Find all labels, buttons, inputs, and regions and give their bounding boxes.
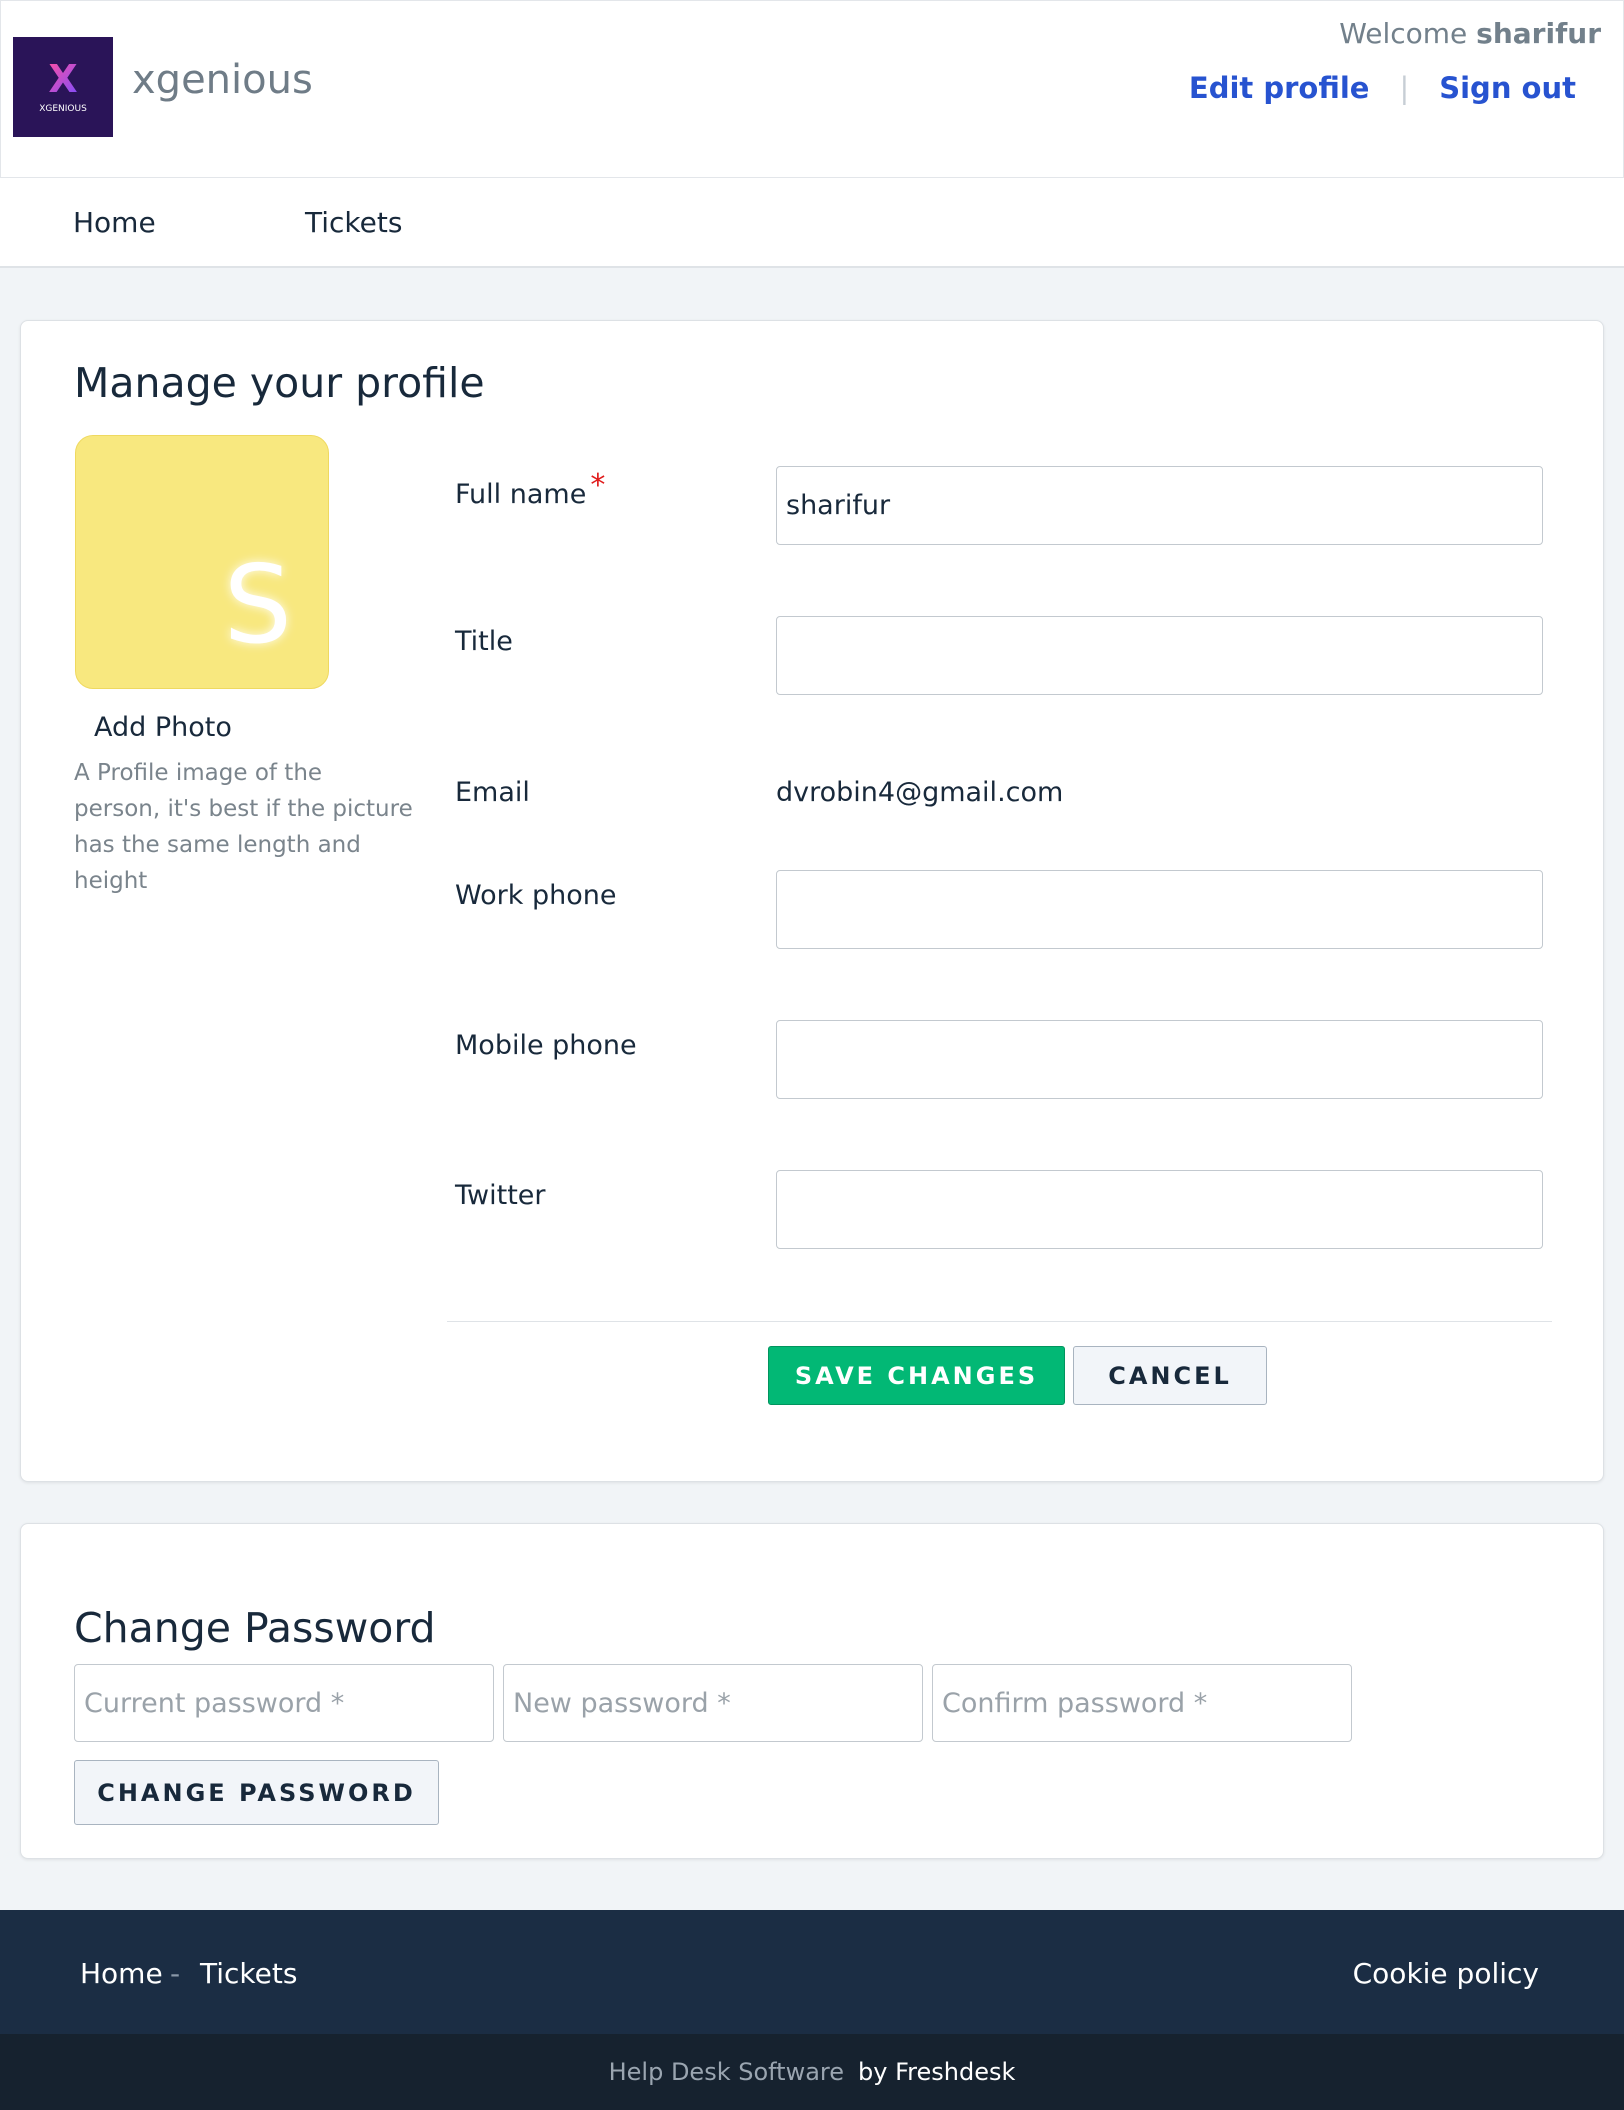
title-label: Title bbox=[455, 626, 513, 657]
sign-out-link[interactable]: Sign out bbox=[1439, 71, 1576, 105]
required-asterisk: * bbox=[590, 468, 606, 503]
nav-item-tickets[interactable]: Tickets bbox=[305, 206, 402, 239]
email-value: dvrobin4@gmail.com bbox=[776, 777, 1064, 808]
email-label: Email bbox=[455, 777, 530, 808]
user-links-separator: | bbox=[1399, 71, 1410, 105]
welcome-username: sharifur bbox=[1476, 17, 1601, 50]
welcome-message: Welcome sharifur bbox=[1339, 17, 1601, 50]
footer-separator: - bbox=[170, 1957, 181, 1990]
xgenious-logo-icon: X bbox=[48, 57, 78, 101]
profile-card: Manage your profile S Add Photo A Profil… bbox=[20, 320, 1604, 1482]
edit-profile-link[interactable]: Edit profile bbox=[1189, 71, 1370, 105]
new-password-input[interactable] bbox=[503, 1664, 923, 1742]
helpdesk-software-link[interactable]: Help Desk Software bbox=[609, 2058, 844, 2086]
page-title: Manage your profile bbox=[74, 359, 485, 407]
site-header: X XGENIOUS xgenious Welcome sharifur Edi… bbox=[0, 0, 1624, 178]
change-password-button[interactable]: CHANGE PASSWORD bbox=[74, 1760, 439, 1825]
photo-help-text: A Profile image of the person, it's best… bbox=[74, 760, 413, 894]
work-phone-label: Work phone bbox=[455, 880, 617, 911]
nav-item-home[interactable]: Home bbox=[73, 206, 156, 239]
mobile-phone-label: Mobile phone bbox=[455, 1030, 637, 1061]
welcome-prefix: Welcome bbox=[1339, 17, 1468, 50]
full-name-input[interactable] bbox=[776, 466, 1543, 545]
cookie-policy-link[interactable]: Cookie policy bbox=[1353, 1957, 1539, 1990]
current-password-input[interactable] bbox=[74, 1664, 494, 1742]
twitter-input[interactable] bbox=[776, 1170, 1543, 1249]
footer-link-tickets[interactable]: Tickets bbox=[200, 1957, 297, 1990]
title-input[interactable] bbox=[776, 616, 1543, 695]
powered-by-bar: Help Desk Software by Freshdesk bbox=[0, 2034, 1624, 2110]
work-phone-input[interactable] bbox=[776, 870, 1543, 949]
change-password-title: Change Password bbox=[74, 1604, 436, 1652]
confirm-password-input[interactable] bbox=[932, 1664, 1352, 1742]
avatar-initial: S bbox=[223, 543, 292, 668]
add-photo-link[interactable]: Add Photo bbox=[94, 712, 232, 743]
mobile-phone-input[interactable] bbox=[776, 1020, 1543, 1099]
cancel-button[interactable]: CANCEL bbox=[1073, 1346, 1267, 1405]
change-password-card: Change Password CHANGE PASSWORD bbox=[20, 1523, 1604, 1859]
brand-name[interactable]: xgenious bbox=[132, 57, 313, 103]
brand-logo[interactable]: X XGENIOUS bbox=[13, 37, 113, 137]
logo-caption: XGENIOUS bbox=[39, 104, 87, 114]
form-divider bbox=[447, 1321, 1552, 1322]
full-name-label: Full name * bbox=[455, 468, 605, 511]
powered-by-freshdesk: by Freshdesk bbox=[858, 2058, 1016, 2086]
footer-link-home[interactable]: Home bbox=[80, 1957, 163, 1990]
main-nav: Home Tickets bbox=[0, 178, 1624, 268]
site-footer: Home - Tickets Cookie policy bbox=[0, 1910, 1624, 2034]
user-links: Edit profile | Sign out bbox=[1189, 71, 1576, 105]
save-changes-button[interactable]: SAVE CHANGES bbox=[768, 1346, 1065, 1405]
full-name-label-text: Full name bbox=[455, 479, 587, 510]
twitter-label: Twitter bbox=[455, 1180, 546, 1211]
avatar[interactable]: S bbox=[75, 435, 329, 689]
